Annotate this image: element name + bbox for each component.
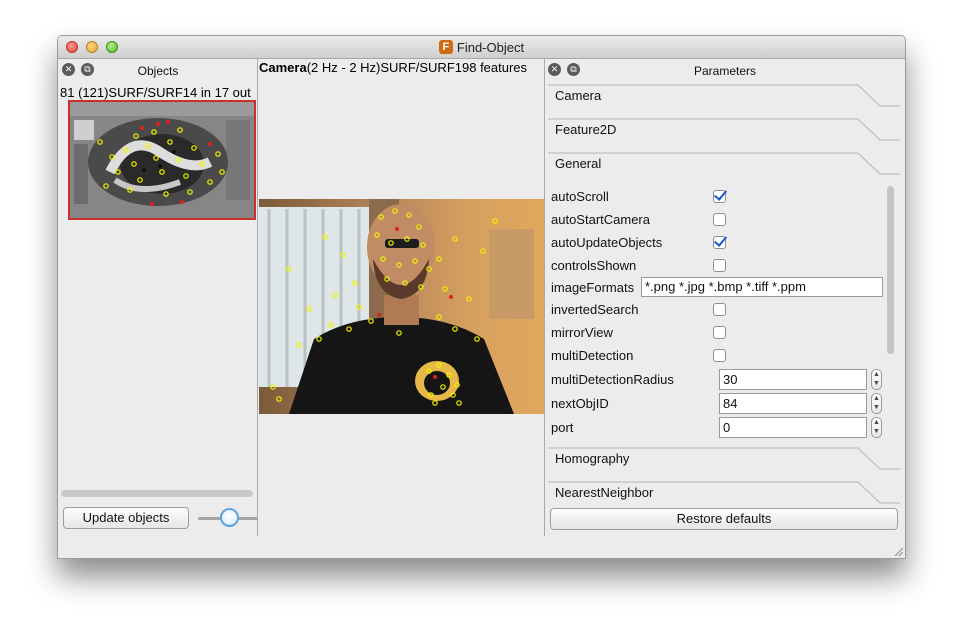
param-autoStartCamera-label: autoStartCamera [551,212,650,227]
objects-dock-title: Objects [137,64,179,78]
param-nextObjID-label: nextObjID [551,396,609,411]
object-thumbnail-image [70,102,254,218]
param-multiDetectionRadius-field[interactable]: 30 [719,369,867,390]
param-autoUpdateObjects-checkbox[interactable] [713,236,726,249]
resize-grip-icon[interactable] [893,546,903,556]
param-multiDetection-label: multiDetection [551,348,634,363]
window-title: Find-Object [456,39,525,55]
parameters-splitter[interactable] [544,58,545,536]
param-imageFormats-label: imageFormats [551,280,635,295]
section-general[interactable]: General [548,152,900,185]
object-thumbnail[interactable] [68,100,256,220]
camera-caption-stats: (2 Hz - 2 Hz)SURF/SURF198 features [306,60,528,75]
param-multiDetectionRadius-stepper[interactable]: ▲ ▼ [871,369,882,390]
window-title-group: F Find-Object [58,36,905,58]
param-imageFormats-field[interactable]: *.png *.jpg *.bmp *.tiff *.ppm [641,277,883,297]
param-invertedSearch-label: invertedSearch [551,302,639,317]
section-general-label: General [555,156,602,171]
restore-defaults-button[interactable]: Restore defaults [550,508,898,530]
section-homography-label: Homography [555,451,630,466]
parameters-dock-header: ✕ ⧉ Parameters [545,59,905,81]
param-port-field[interactable]: 0 [719,417,867,438]
object-info-label: 81 (121)SURF/SURF14 in 17 out [60,85,251,100]
param-multiDetectionRadius-label: multiDetectionRadius [551,372,674,387]
parameters-vertical-scrollbar[interactable] [887,186,894,354]
param-nextObjID-stepper[interactable]: ▲ ▼ [871,393,882,414]
param-nextObjID-field[interactable]: 84 [719,393,867,414]
camera-caption-title: Camera [259,60,307,75]
param-port-stepper[interactable]: ▲ ▼ [871,417,882,438]
param-mirrorView-label: mirrorView [551,325,613,340]
param-multiDetection-checkbox[interactable] [713,349,726,362]
param-controlsShown-checkbox[interactable] [713,259,726,272]
objects-dock-header: ✕ ⧉ Objects [58,59,258,81]
param-mirrorView-checkbox[interactable] [713,326,726,339]
object-size-slider-handle[interactable] [220,508,239,527]
param-autoScroll-label: autoScroll [551,189,609,204]
objects-horizontal-scrollbar[interactable] [61,490,253,497]
section-nearestneighbor-label: NearestNeighbor [555,485,654,500]
camera-caption: Camera(2 Hz - 2 Hz)SURF/SURF198 features [259,60,544,75]
objects-splitter[interactable] [257,58,258,536]
section-feature2d[interactable]: Feature2D [548,118,900,151]
section-feature2d-label: Feature2D [555,122,617,137]
app-icon: F [438,40,453,54]
general-parameters-list: autoScroll autoStartCamera autoUpdateObj… [548,182,898,442]
section-camera-label: Camera [555,88,602,103]
param-autoScroll-checkbox[interactable] [713,190,726,203]
camera-view[interactable] [259,199,544,414]
section-homography[interactable]: Homography [548,447,900,480]
parameters-dock-title: Parameters [693,64,757,78]
param-autoStartCamera-checkbox[interactable] [713,213,726,226]
param-autoUpdateObjects-label: autoUpdateObjects [551,235,663,250]
find-object-window: F Find-Object ✕ ⧉ Objects 81 (121)SURF/S… [57,35,906,559]
camera-image [259,199,544,414]
title-bar[interactable]: F Find-Object [58,36,905,59]
param-controlsShown-label: controlsShown [551,258,637,273]
param-invertedSearch-checkbox[interactable] [713,303,726,316]
param-port-label: port [551,420,574,435]
section-camera[interactable]: Camera [548,84,900,117]
update-objects-button[interactable]: Update objects [63,507,189,529]
